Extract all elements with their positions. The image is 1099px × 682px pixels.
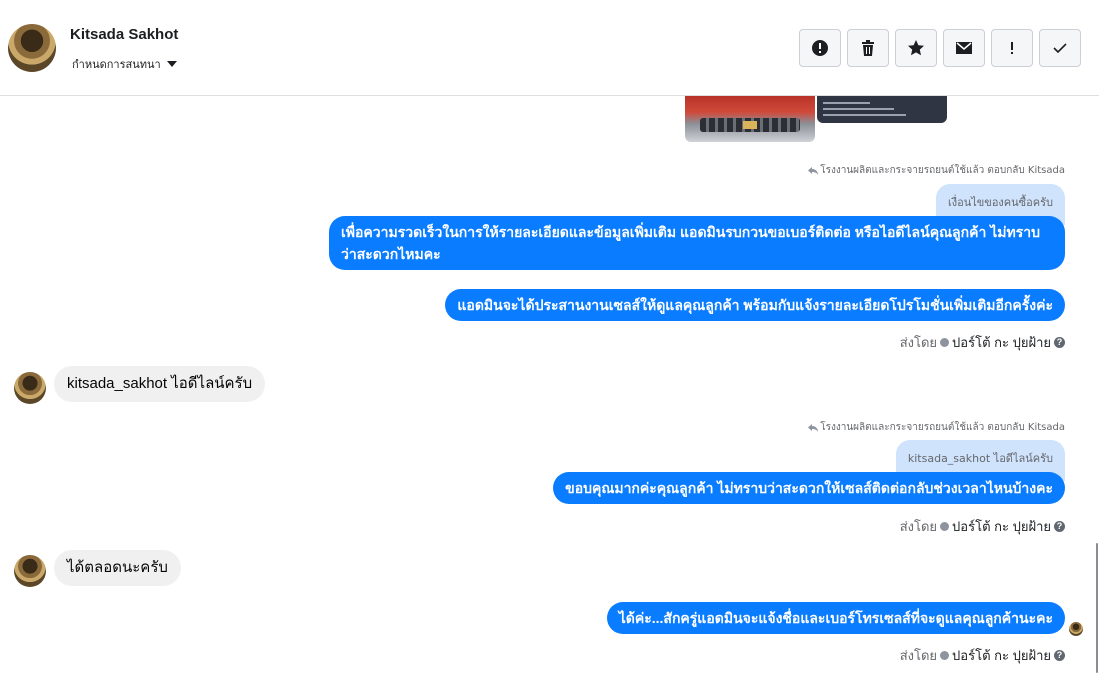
outgoing-message[interactable]: เพื่อความรวดเร็วในการให้รายละเอียดและข้อ… (329, 216, 1065, 270)
reply-arrow-icon (808, 424, 819, 432)
seen-avatar (1069, 622, 1083, 636)
verified-icon (940, 651, 950, 660)
delete-button[interactable] (847, 29, 889, 67)
incoming-message[interactable]: ได้ตลอดนะครับ (54, 550, 181, 586)
important-button[interactable] (991, 29, 1033, 67)
conversation-header: Kitsada Sakhot กำหนดการสนทนา (0, 0, 1099, 96)
sent-by-meta: ส่งโดย ปอร์โต้ กะ ปุยฝ้าย ? (900, 332, 1065, 353)
car-info-attachment[interactable] (817, 96, 947, 123)
checkmark-icon (1053, 43, 1067, 54)
help-icon[interactable]: ? (1054, 521, 1065, 532)
sent-by-meta: ส่งโดย ปอร์โต้ กะ ปุยฝ้าย ? (900, 516, 1065, 537)
outgoing-message[interactable]: แอดมินจะได้ประสานงานเซลส์ให้ดูแลคุณลูกค้… (445, 289, 1065, 321)
contact-avatar[interactable] (8, 24, 56, 72)
mark-unread-button[interactable] (943, 29, 985, 67)
reply-meta-text: โรงงานผลิตและกระจายรถยนต์ใช้แล้ว ตอบกลับ… (820, 165, 1065, 176)
trash-icon (862, 40, 874, 56)
star-icon (908, 40, 924, 56)
contact-avatar[interactable] (14, 372, 46, 404)
reply-arrow-icon (808, 167, 819, 175)
chevron-down-icon (166, 61, 177, 67)
sent-by-name[interactable]: ปอร์โต้ กะ ปุยฝ้าย (952, 645, 1051, 666)
scrollbar-thumb[interactable] (1096, 543, 1098, 673)
envelope-icon (956, 42, 972, 54)
sent-by-prefix: ส่งโดย (899, 648, 938, 663)
reply-meta-text: โรงงานผลิตและกระจายรถยนต์ใช้แล้ว ตอบกลับ… (820, 422, 1065, 433)
help-icon[interactable]: ? (1054, 337, 1065, 348)
message-thread: โรงงานผลิตและกระจายรถยนต์ใช้แล้ว ตอบกลับ… (0, 96, 1099, 682)
done-button[interactable] (1039, 29, 1081, 67)
sent-by-meta: ส่งโดย ปอร์โต้ กะ ปุยฝ้าย ? (900, 645, 1065, 666)
sent-by-prefix: ส่งโดย (899, 335, 938, 350)
contact-name[interactable]: Kitsada Sakhot (70, 26, 178, 43)
reply-meta: โรงงานผลิตและกระจายรถยนต์ใช้แล้ว ตอบกลับ… (808, 163, 1065, 178)
conversation-settings-label: กำหนดการสนทนา (72, 58, 161, 71)
verified-icon (940, 338, 950, 347)
conversation-settings-dropdown[interactable]: กำหนดการสนทนา (72, 55, 177, 73)
outgoing-message[interactable]: ได้ค่ะ...สักครู่แอดมินจะแจ้งชื่อและเบอร์… (606, 602, 1065, 634)
reply-meta: โรงงานผลิตและกระจายรถยนต์ใช้แล้ว ตอบกลับ… (808, 420, 1065, 435)
outgoing-message[interactable]: ขอบคุณมากค่ะคุณลูกค้า ไม่ทราบว่าสะดวกให้… (553, 472, 1065, 504)
sent-by-prefix: ส่งโดย (899, 519, 938, 534)
contact-avatar[interactable] (14, 555, 46, 587)
star-button[interactable] (895, 29, 937, 67)
exclamation-circle-icon (812, 40, 828, 56)
car-photo-attachment[interactable] (685, 96, 815, 142)
sent-by-name[interactable]: ปอร์โต้ กะ ปุยฝ้าย (952, 332, 1051, 353)
verified-icon (940, 522, 950, 531)
incoming-message[interactable]: kitsada_sakhot ไอดีไลน์ครับ (54, 366, 266, 402)
car-logo-graphic (743, 121, 757, 129)
help-icon[interactable]: ? (1054, 650, 1065, 661)
conversation-toolbar (799, 29, 1081, 67)
exclamation-icon (1011, 42, 1013, 54)
sent-by-name[interactable]: ปอร์โต้ กะ ปุยฝ้าย (952, 516, 1051, 537)
spam-button[interactable] (799, 29, 841, 67)
